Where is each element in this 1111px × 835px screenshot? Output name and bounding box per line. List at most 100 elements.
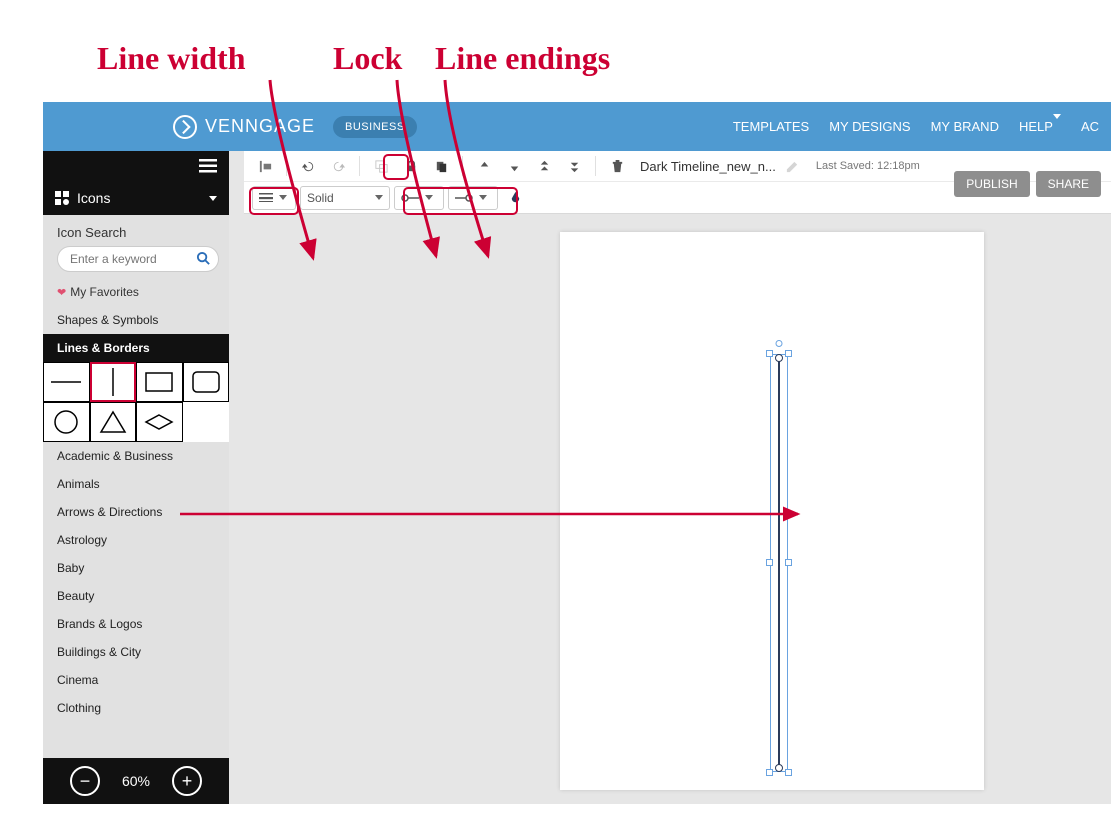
line-width-icon [259,193,273,203]
undo-button[interactable] [295,154,321,178]
separator [359,156,360,176]
shape-rounded-rect[interactable] [183,362,230,402]
brand-name: VENNGAGE [205,116,315,137]
bring-forward-button[interactable] [471,154,497,178]
app-frame: VENNGAGE BUSINESS TEMPLATES MY DESIGNS M… [43,102,1111,804]
separator [286,156,287,176]
brand-logo[interactable]: VENNGAGE [173,115,315,139]
canvas-area[interactable] [244,214,1111,804]
top-bar: VENNGAGE BUSINESS TEMPLATES MY DESIGNS M… [43,102,1111,151]
zoom-bar: − 60% + [43,758,229,804]
start-cap-dropdown[interactable] [394,186,444,210]
nav-my-brand[interactable]: MY BRAND [931,119,999,134]
category-item[interactable]: Astrology [43,526,229,554]
redo-button[interactable] [325,154,351,178]
annotation-lock: Lock [333,40,402,77]
shape-diamond[interactable] [136,402,183,442]
logo-icon [173,115,197,139]
resize-handle[interactable] [766,350,773,357]
category-item[interactable]: Brands & Logos [43,610,229,638]
document-title[interactable]: Dark Timeline_new_n... [640,159,776,174]
resize-handle[interactable] [766,769,773,776]
category-item[interactable]: Baby [43,554,229,582]
shape-rectangle[interactable] [136,362,183,402]
delete-button[interactable] [604,154,630,178]
chevron-down-icon [375,195,383,200]
rotate-handle[interactable] [776,340,783,347]
canvas-page[interactable] [560,232,984,790]
hamburger-icon [199,159,217,173]
resize-handle[interactable] [785,559,792,566]
publish-button[interactable]: PUBLISH [954,171,1029,197]
copy-button[interactable] [428,154,454,178]
last-saved-label: Last Saved: 12:18pm [816,160,920,172]
line-style-label: Solid [307,191,334,205]
shape-empty [183,402,230,442]
search-block: Icon Search [43,215,229,278]
separator [462,156,463,176]
shapes-grid [43,362,229,442]
send-backward-button[interactable] [501,154,527,178]
bring-front-button[interactable] [531,154,557,178]
category-favorites[interactable]: ❤My Favorites [43,278,229,306]
resize-handle[interactable] [785,769,792,776]
plan-badge[interactable]: BUSINESS [333,116,417,138]
separator [595,156,596,176]
share-button[interactable]: SHARE [1036,171,1101,197]
category-item[interactable]: Arrows & Directions [43,498,229,526]
search-icon[interactable] [196,251,211,271]
category-lines-borders[interactable]: Lines & Borders [43,334,229,362]
start-cap-icon [401,193,419,203]
panel-title: Icons [77,190,110,206]
category-item[interactable]: Beauty [43,582,229,610]
align-button[interactable] [252,154,278,178]
heart-icon: ❤ [57,287,66,299]
nav-account[interactable]: AC [1081,119,1099,134]
end-cap-dropdown[interactable] [448,186,498,210]
shape-triangle[interactable] [90,402,137,442]
panel-header[interactable]: Icons [43,181,229,215]
group-button[interactable] [368,154,394,178]
category-shapes[interactable]: Shapes & Symbols [43,306,229,334]
zoom-level: 60% [122,773,150,789]
zoom-out-button[interactable]: − [70,766,100,796]
category-item[interactable]: Buildings & City [43,638,229,666]
search-input[interactable] [57,246,219,272]
send-back-button[interactable] [561,154,587,178]
lock-button[interactable] [398,154,424,178]
category-list[interactable]: ❤My Favorites Shapes & Symbols Lines & B… [43,278,229,758]
line-color-button[interactable] [502,186,528,210]
shape-horizontal-line[interactable] [43,362,90,402]
line-endpoint-top[interactable] [775,354,783,362]
chevron-down-icon [479,195,487,200]
annotation-line-width: Line width [97,40,245,77]
nav-templates[interactable]: TEMPLATES [733,119,809,134]
end-cap-icon [455,193,473,203]
shape-circle[interactable] [43,402,90,442]
line-style-dropdown[interactable]: Solid [300,186,390,210]
chevron-down-icon [1053,114,1061,134]
shape-vertical-line[interactable] [90,362,137,402]
search-title: Icon Search [57,225,219,240]
zoom-in-button[interactable]: + [172,766,202,796]
category-item[interactable]: Clothing [43,694,229,722]
nav-my-designs[interactable]: MY DESIGNS [829,119,910,134]
category-item[interactable]: Animals [43,470,229,498]
hamburger-button[interactable] [43,151,229,181]
category-item[interactable]: Academic & Business [43,442,229,470]
chevron-down-icon [209,196,217,201]
category-item[interactable]: Cinema [43,666,229,694]
action-buttons: PUBLISH SHARE [954,171,1101,197]
annotation-line-endings: Line endings [435,40,610,77]
nav-help[interactable]: HELP [1019,119,1061,134]
resize-handle[interactable] [785,350,792,357]
chevron-down-icon [425,195,433,200]
line-endpoint-bottom[interactable] [775,764,783,772]
line-shape [778,358,780,768]
resize-handle[interactable] [766,559,773,566]
edit-title-icon[interactable] [780,154,806,178]
selected-line-object[interactable] [770,354,788,772]
chevron-down-icon [279,195,287,200]
top-nav: TEMPLATES MY DESIGNS MY BRAND HELP AC [733,119,1099,134]
line-width-dropdown[interactable] [252,186,296,210]
